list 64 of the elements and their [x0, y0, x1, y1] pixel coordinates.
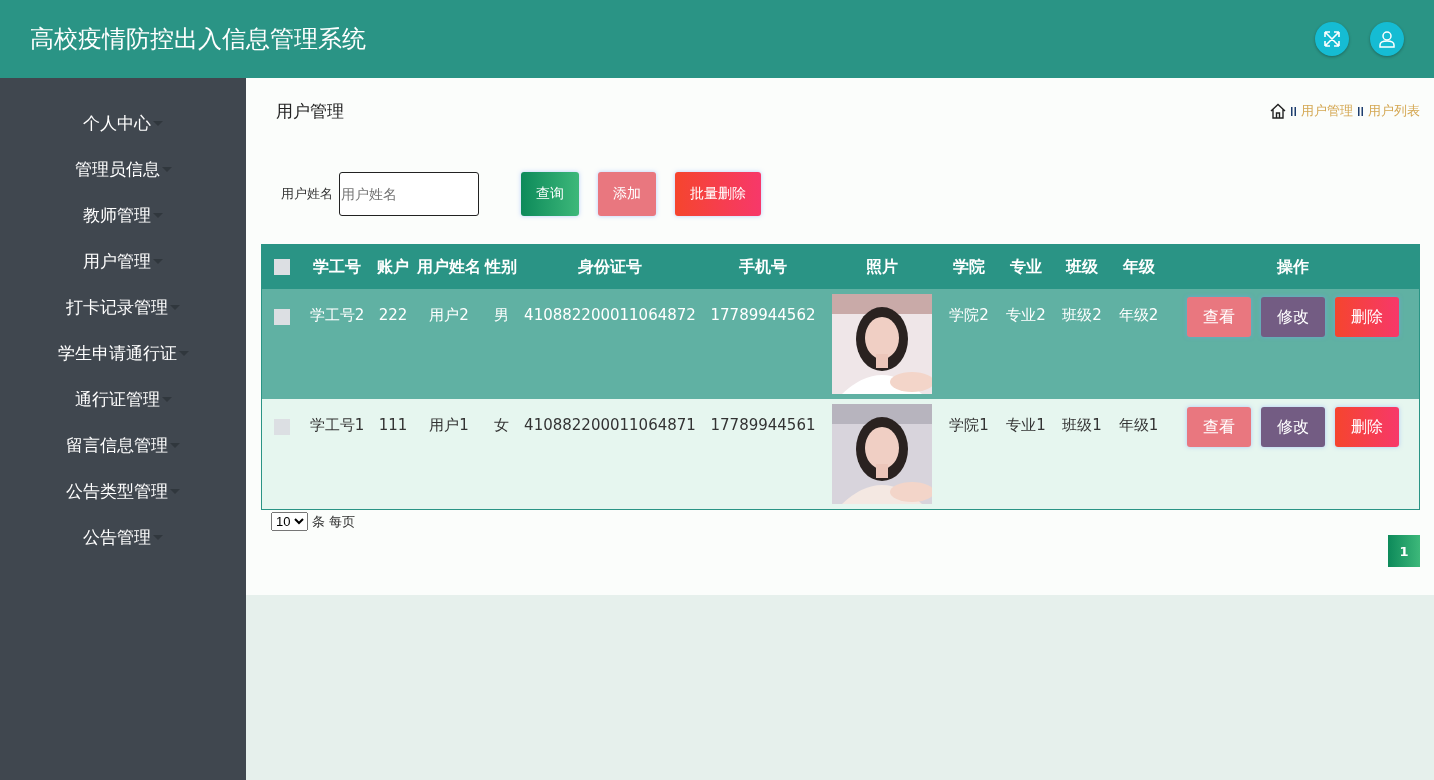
table-cell: 年级1 — [1118, 416, 1159, 434]
table-row[interactable]: 学工号2 222 用户2 男 410882200011064872 17789944562 学院2 专业2 班级2 年级2 查看 修改 删除 — [262, 289, 1419, 399]
column-header: 专业 — [1009, 256, 1043, 278]
sidebar-item[interactable]: 管理员信息 — [74, 146, 172, 192]
table-cell: 学院1 — [949, 416, 989, 434]
table-cell: 学院2 — [949, 306, 989, 324]
query-button[interactable]: 查询 — [521, 172, 579, 216]
delete-button[interactable]: 删除 — [1335, 297, 1399, 337]
column-header: 用户姓名 — [416, 256, 482, 278]
sidebar-item[interactable]: 公告类型管理 — [66, 468, 180, 514]
page-button[interactable]: 1 — [1388, 535, 1420, 567]
fullscreen-icon[interactable] — [1315, 22, 1349, 56]
sidebar-item[interactable]: 打卡记录管理 — [66, 284, 180, 330]
delete-button[interactable]: 删除 — [1335, 407, 1399, 447]
table-cell: 班级2 — [1062, 306, 1102, 324]
table-row[interactable]: 学工号1 111 用户1 女 410882200011064871 17789944561 学院1 专业1 班级1 年级1 查看 修改 删除 — [262, 399, 1419, 509]
column-header: 年级 — [1121, 256, 1156, 278]
app-title: 高校疫情防控出入信息管理系统 — [30, 24, 367, 55]
sidebar-item[interactable]: 公告管理 — [83, 514, 163, 560]
table-cell: 专业1 — [1006, 416, 1046, 434]
table-cell: 17789944561 — [710, 416, 816, 434]
page-title: 用户管理 — [276, 99, 345, 123]
edit-button[interactable]: 修改 — [1261, 407, 1325, 447]
table-cell: 17789944562 — [710, 306, 816, 324]
sidebar-item[interactable]: 留言信息管理 — [66, 422, 180, 468]
table-cell: 专业2 — [1006, 306, 1046, 324]
column-header: 班级 — [1064, 256, 1099, 278]
column-header: 学工号 — [312, 256, 362, 278]
table-cell: 学工号1 — [309, 416, 365, 434]
table-cell: 用户1 — [429, 416, 469, 434]
delete-button[interactable]: 批量删除 — [675, 172, 761, 216]
search-label: 用户姓名 — [281, 185, 333, 203]
separator-icon — [1358, 106, 1363, 116]
column-header: 手机号 — [738, 256, 788, 278]
table-cell: 111 — [378, 416, 408, 434]
row-checkbox[interactable] — [274, 309, 290, 325]
home-icon[interactable] — [1270, 103, 1286, 119]
column-header: 操作 — [1275, 256, 1310, 278]
sidebar-item[interactable]: 个人中心 — [83, 100, 163, 146]
name-search-field[interactable]: 用户姓名 — [339, 172, 479, 216]
table-cell: 410882200011064871 — [524, 416, 696, 434]
table-cell: 222 — [378, 306, 408, 324]
table-cell: 女 — [493, 416, 509, 434]
select-all-checkbox[interactable] — [274, 259, 290, 275]
sidebar-item[interactable]: 教师管理 — [83, 192, 163, 238]
table-cell: 用户2 — [429, 306, 469, 324]
separator-icon — [1291, 106, 1296, 116]
page-size-select[interactable]: 10 — [271, 512, 308, 531]
table-cell: 年级2 — [1118, 306, 1159, 324]
table-cell: 班级1 — [1062, 416, 1102, 434]
column-header: 学院 — [952, 256, 986, 278]
column-header: 账户 — [376, 256, 410, 278]
column-header: 照片 — [865, 256, 899, 278]
user-icon[interactable] — [1370, 22, 1404, 56]
sidebar-item[interactable]: 用户管理 — [83, 238, 163, 284]
column-header: 身份证号 — [577, 256, 643, 278]
page-size-label: 条 每页 — [312, 512, 356, 531]
sidebar-item[interactable]: 学生申请通行证 — [57, 330, 189, 376]
table-cell: 男 — [493, 306, 509, 324]
table-cell: 学工号2 — [309, 306, 365, 324]
column-header: 性别 — [484, 256, 518, 278]
table-cell: 410882200011064872 — [524, 306, 696, 324]
edit-button[interactable]: 修改 — [1261, 297, 1325, 337]
sidebar-item[interactable]: 通行证管理 — [74, 376, 172, 422]
